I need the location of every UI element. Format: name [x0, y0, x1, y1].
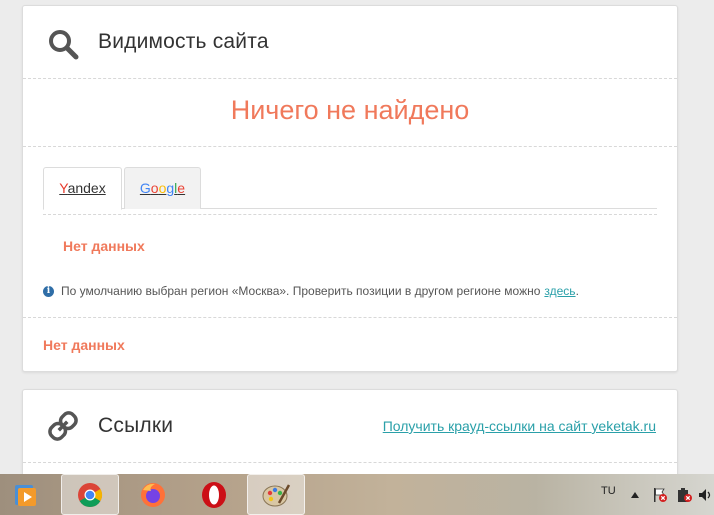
link-chain-icon [48, 411, 78, 441]
info-icon: i [43, 285, 54, 297]
media-player-icon [15, 484, 36, 506]
battery-indicator[interactable] [676, 474, 692, 515]
search-engine-tabs: Yandex Google [43, 167, 657, 210]
divider [23, 317, 677, 318]
flag-alert-icon [654, 487, 667, 502]
tab-yandex-label: andex [67, 180, 106, 196]
tab-yandex-initial: Y [59, 180, 68, 196]
not-found-message: Ничего не найдено [230, 95, 470, 125]
media-player-button[interactable] [0, 474, 50, 515]
divider [23, 146, 677, 147]
language-label: TU [601, 484, 616, 497]
tab-google-letter: G [139, 180, 151, 196]
search-icon [49, 30, 79, 60]
taskbar: TU [0, 474, 714, 515]
links-title: Ссылки [98, 414, 174, 437]
tab-google-letter: e [177, 180, 186, 196]
paint-button[interactable] [247, 474, 305, 515]
tab-google-letter: o [150, 180, 159, 196]
visibility-title: Видимость сайта [98, 30, 269, 53]
battery-alert-icon [678, 487, 692, 502]
firefox-button[interactable] [124, 474, 182, 515]
chrome-button[interactable] [61, 474, 119, 515]
tab-google-letter: g [166, 180, 175, 196]
region-info-text: По умолчанию выбран регион «Москва». Про… [61, 284, 541, 298]
show-hidden-icons-button[interactable] [631, 474, 639, 515]
region-info: i По умолчанию выбран регион «Москва». П… [43, 284, 579, 298]
divider [43, 214, 657, 215]
visibility-card: Видимость сайта Ничего не найдено Yandex… [22, 5, 678, 372]
no-data-message: Нет данных [43, 337, 125, 353]
tab-google[interactable]: Google [124, 167, 201, 209]
tab-yandex[interactable]: Yandex [43, 167, 122, 210]
divider [23, 462, 677, 463]
crowd-links-link[interactable]: Получить крауд-ссылки на сайт yeketak.ru [383, 418, 656, 434]
chevron-up-icon [631, 491, 639, 498]
visibility-header: Видимость сайта [23, 6, 677, 78]
paint-icon [262, 483, 291, 506]
volume-indicator[interactable] [698, 474, 712, 515]
opera-icon [202, 481, 226, 508]
region-change-link[interactable]: здесь [544, 284, 575, 298]
chrome-icon [78, 482, 103, 507]
firefox-icon [141, 482, 165, 507]
region-info-period: . [575, 284, 579, 298]
opera-button[interactable] [185, 474, 243, 515]
language-indicator[interactable]: TU [601, 474, 616, 515]
action-center-flag[interactable] [652, 474, 668, 515]
speaker-icon [699, 488, 711, 501]
divider [23, 78, 677, 79]
no-data-tab-message: Нет данных [63, 238, 145, 254]
